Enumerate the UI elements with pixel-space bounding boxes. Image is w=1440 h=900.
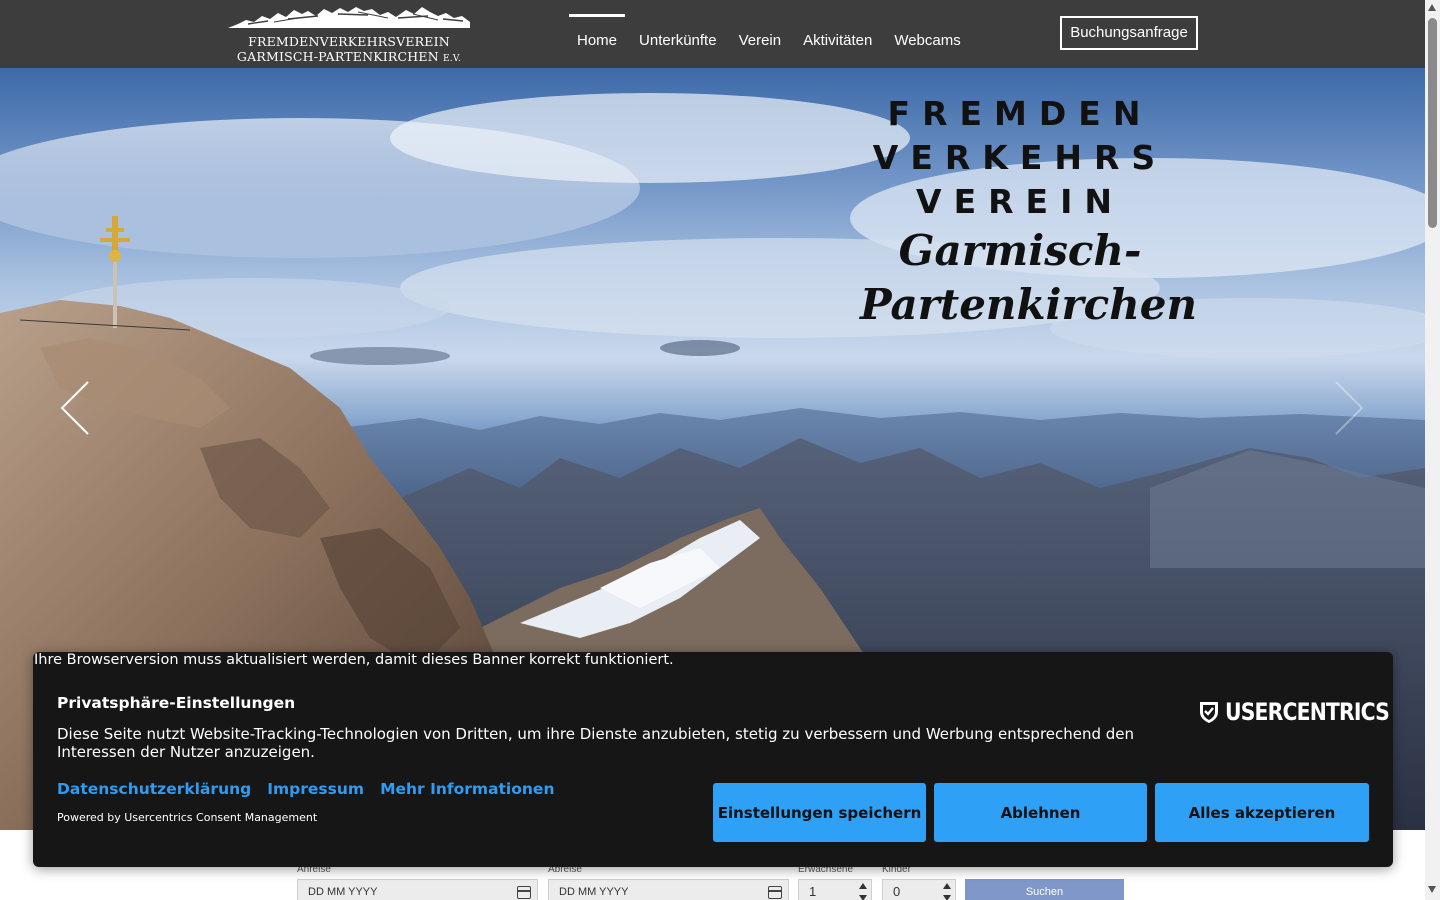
site-logo[interactable]: FREMDENVERKEHRSVEREIN GARMISCH-PARTENKIR… bbox=[228, 4, 470, 64]
logo-suffix: E.V. bbox=[443, 54, 462, 64]
hero-title-script-1: Garmisch- bbox=[898, 226, 1142, 275]
mountain-logo-icon bbox=[228, 7, 470, 28]
slideshow-next-button[interactable] bbox=[1330, 380, 1370, 436]
stepper-icon[interactable] bbox=[943, 883, 951, 900]
arrival-date-input[interactable]: DD MM YYYY bbox=[297, 879, 538, 900]
hero-title-word-2: VERKEHRS bbox=[872, 138, 1168, 177]
accept-all-button[interactable]: Alles akzeptieren bbox=[1155, 783, 1369, 842]
page-scrollbar[interactable] bbox=[1425, 0, 1440, 900]
hero-title-script-2: Partenkirchen bbox=[860, 280, 1198, 329]
departure-date-input[interactable]: DD MM YYYY bbox=[548, 879, 789, 900]
adults-input[interactable]: 1 bbox=[798, 879, 872, 900]
nav-item-webcams[interactable]: Webcams bbox=[883, 14, 971, 68]
deny-button[interactable]: Ablehnen bbox=[934, 783, 1147, 842]
hero-title-word-3: VEREIN bbox=[916, 182, 1124, 221]
nav-item-aktivitaeten[interactable]: Aktivitäten bbox=[792, 14, 883, 68]
logo-line-2: GARMISCH-PARTENKIRCHEN E.V. bbox=[228, 49, 470, 64]
booking-request-button[interactable]: Buchungsanfrage bbox=[1060, 16, 1198, 50]
logo-city: GARMISCH-PARTENKIRCHEN bbox=[236, 49, 439, 64]
calendar-icon[interactable] bbox=[517, 886, 531, 899]
site-header: FREMDENVERKEHRSVEREIN GARMISCH-PARTENKIR… bbox=[0, 0, 1425, 68]
consent-banner: Privatsphäre-Einstellungen Diese Seite n… bbox=[33, 652, 1393, 867]
slideshow-prev-button[interactable] bbox=[58, 380, 98, 436]
stepper-icon[interactable] bbox=[859, 883, 867, 900]
scroll-up-icon[interactable] bbox=[1428, 4, 1436, 11]
nav-item-home[interactable]: Home bbox=[566, 14, 628, 68]
scroll-down-icon[interactable] bbox=[1428, 886, 1436, 893]
scroll-thumb[interactable] bbox=[1428, 18, 1437, 228]
main-nav: Home Unterkünfte Verein Aktivitäten Webc… bbox=[566, 14, 972, 68]
nav-item-verein[interactable]: Verein bbox=[728, 14, 793, 68]
usercentrics-logo: USERCENTRICS bbox=[1197, 698, 1418, 726]
more-info-link[interactable]: Mehr Informationen bbox=[380, 780, 554, 798]
shield-check-icon bbox=[1200, 702, 1218, 723]
adults-value: 1 bbox=[809, 884, 817, 899]
powered-by-text: Powered by Usercentrics Consent Manageme… bbox=[57, 811, 318, 824]
children-input[interactable]: 0 bbox=[882, 879, 956, 900]
chevron-left-icon bbox=[60, 381, 89, 435]
imprint-link[interactable]: Impressum bbox=[267, 780, 364, 798]
save-settings-button[interactable]: Einstellungen speichern bbox=[713, 783, 926, 842]
chevron-right-icon bbox=[1335, 381, 1364, 435]
logo-line-1: FREMDENVERKEHRSVEREIN bbox=[248, 34, 450, 49]
search-button[interactable]: Suchen bbox=[965, 879, 1124, 900]
privacy-policy-link[interactable]: Datenschutzerklärung bbox=[57, 780, 251, 798]
arrival-placeholder: DD MM YYYY bbox=[308, 886, 378, 898]
nav-item-unterkuenfte[interactable]: Unterkünfte bbox=[628, 14, 728, 68]
hero-title-word-1: FREMDEN bbox=[887, 94, 1153, 133]
consent-title: Privatsphäre-Einstellungen bbox=[57, 694, 296, 712]
consent-links: Datenschutzerklärung Impressum Mehr Info… bbox=[57, 780, 554, 798]
usercentrics-brand: USERCENTRICS bbox=[1225, 698, 1390, 726]
hero-title: FREMDEN VERKEHRS VEREIN Garmisch- Parten… bbox=[860, 92, 1198, 332]
consent-text: Diese Seite nutzt Website-Tracking-Techn… bbox=[57, 725, 1135, 761]
browser-version-warning: Ihre Browserversion muss aktualisiert we… bbox=[34, 652, 674, 668]
children-value: 0 bbox=[893, 884, 901, 899]
calendar-icon[interactable] bbox=[768, 886, 782, 899]
departure-placeholder: DD MM YYYY bbox=[559, 886, 629, 898]
